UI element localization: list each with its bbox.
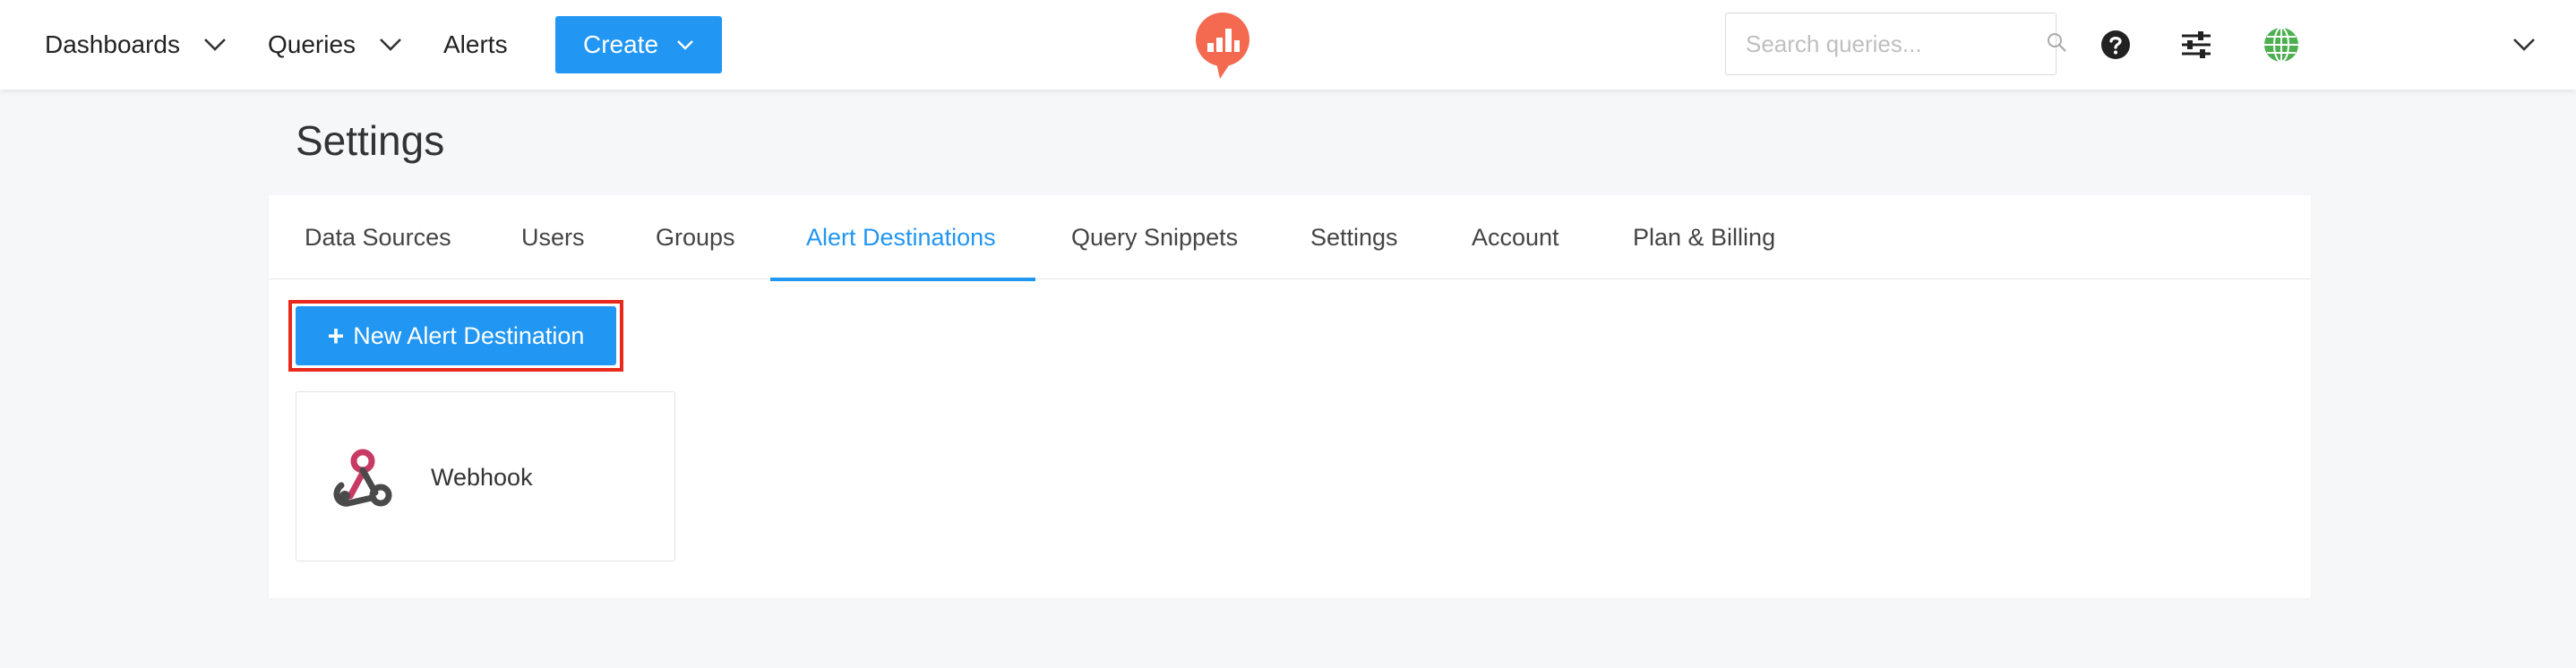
- chevron-down-icon[interactable]: [2504, 25, 2544, 64]
- nav-dashboards-label: Dashboards: [45, 30, 180, 58]
- nav-dashboards[interactable]: Dashboards: [45, 0, 227, 90]
- chevron-down-icon: [676, 39, 694, 51]
- tab-alert-destinations[interactable]: Alert Destinations: [806, 195, 996, 279]
- settings-tabs: Data Sources Users Groups Alert Destinat…: [269, 195, 2311, 279]
- tab-users[interactable]: Users: [521, 195, 585, 279]
- top-navbar: Dashboards Queries Alerts Create: [0, 0, 2576, 90]
- tab-groups[interactable]: Groups: [656, 195, 735, 279]
- create-button[interactable]: Create: [555, 16, 722, 73]
- destination-label: Webhook: [431, 463, 533, 491]
- destination-card-webhook[interactable]: Webhook: [296, 391, 675, 561]
- tab-account[interactable]: Account: [1472, 195, 1559, 279]
- search-box[interactable]: [1725, 13, 2066, 75]
- globe-avatar-icon[interactable]: [2261, 24, 2302, 65]
- new-alert-destination-button[interactable]: + New Alert Destination: [296, 306, 616, 365]
- plus-icon: +: [327, 320, 345, 352]
- chevron-down-icon: [203, 38, 227, 52]
- chevron-down-icon: [379, 38, 402, 52]
- sliders-icon[interactable]: [2177, 25, 2216, 64]
- redash-logo-icon[interactable]: [1191, 11, 1254, 81]
- page-title: Settings: [296, 117, 445, 164]
- nav-alerts[interactable]: Alerts: [443, 0, 508, 90]
- tab-data-sources[interactable]: Data Sources: [305, 195, 451, 279]
- search-icon[interactable]: [2046, 31, 2067, 57]
- active-tab-indicator: [770, 278, 1035, 281]
- tab-query-snippets[interactable]: Query Snippets: [1071, 195, 1238, 279]
- create-button-label: Create: [582, 30, 659, 58]
- nav-queries[interactable]: Queries: [268, 0, 402, 90]
- nav-alerts-label: Alerts: [443, 30, 508, 58]
- tab-settings[interactable]: Settings: [1310, 195, 1398, 279]
- search-input[interactable]: [1746, 30, 2046, 58]
- help-icon[interactable]: [2096, 25, 2135, 64]
- nav-queries-label: Queries: [268, 30, 356, 58]
- new-alert-destination-label: New Alert Destination: [353, 321, 585, 349]
- webhook-icon: [329, 446, 397, 509]
- tab-plan-billing[interactable]: Plan & Billing: [1633, 195, 1775, 279]
